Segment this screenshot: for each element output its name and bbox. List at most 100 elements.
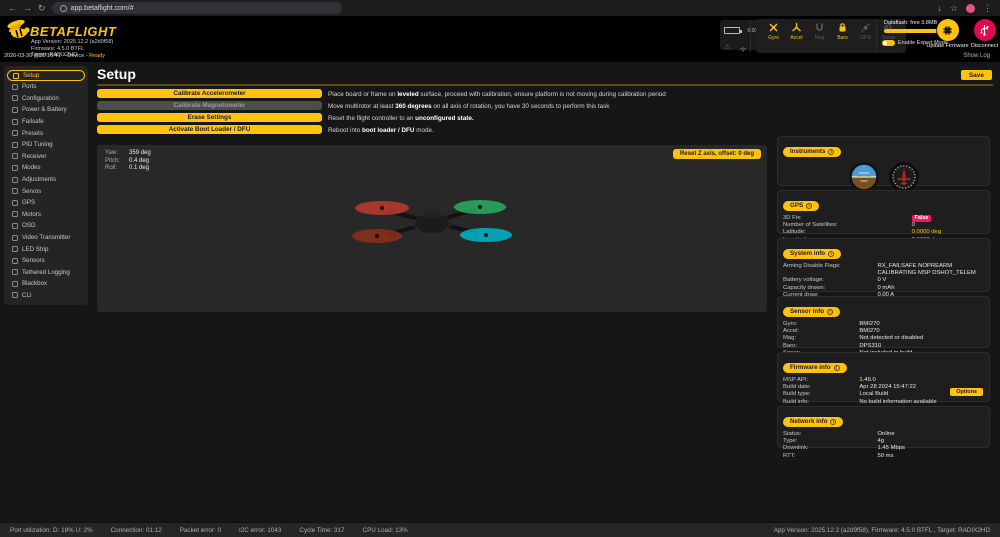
sidebar-item-gps[interactable]: GPS [7, 197, 85, 209]
sidebar-item-modes[interactable]: Modes [7, 162, 85, 174]
erase-settings-button[interactable]: Erase Settings [97, 113, 322, 122]
calibration-row: Activate Boot Loader / DFU Reboot into b… [97, 125, 767, 137]
sidebar-item-label: CLI [22, 292, 32, 299]
sensor-info-header: Sensor infoi [783, 307, 840, 317]
expert-mode-toggle[interactable] [882, 40, 895, 46]
sensor-tile-gyro: Gyro [764, 22, 783, 50]
info-icon[interactable]: i [806, 203, 812, 209]
sidebar-item-osd[interactable]: OSD [7, 220, 85, 232]
show-log-button[interactable]: Show Log [963, 53, 990, 59]
info-icon[interactable]: i [827, 309, 833, 315]
statusbar-version-text: App Version: 2025.12.2 (a2d9f58), Firmwa… [774, 527, 990, 534]
row-label: Arming Disable Flags: [783, 263, 877, 277]
sidebar-item-servos[interactable]: Servos [7, 185, 85, 197]
row-label: Latitude: [783, 229, 912, 236]
sidebar-item-motors[interactable]: Motors [7, 209, 85, 221]
receiver-icon [12, 153, 18, 159]
disconnect-label: Disconnect [962, 43, 1000, 49]
instruments-panel: Instrumentsi [777, 136, 990, 186]
sidebar-item-label: Configuration [22, 95, 59, 102]
sidebar-item-presets[interactable]: Presets [7, 127, 85, 139]
info-icon[interactable]: i [828, 149, 834, 155]
motor-icon [12, 211, 18, 217]
row-value: Online [877, 431, 984, 438]
sidebar-item-setup[interactable]: Setup [7, 70, 85, 81]
reload-icon[interactable]: ↻ [38, 0, 46, 16]
firmware-chip-icon [942, 25, 953, 36]
info-icon[interactable]: i [828, 251, 834, 257]
sensor-tile-mag: Mag [810, 22, 829, 50]
bookmark-star-icon[interactable]: ☆ [950, 0, 958, 16]
port-utilization-text: Port utilization: D: 18% U: 2% [10, 527, 93, 534]
browser-menu-icon[interactable]: ⋮ [983, 0, 992, 16]
forward-icon[interactable]: → [23, 0, 32, 16]
calibrate-accelerometer-button[interactable]: Calibrate Accelerometer [97, 89, 322, 98]
servo-icon [12, 188, 18, 194]
knobs-icon [12, 177, 18, 183]
network-row: Type:4g [783, 438, 984, 445]
download-icon[interactable]: ↓ [937, 0, 942, 16]
sidebar-item-cli[interactable]: CLI [7, 290, 85, 302]
attitude-indicator-gauge [849, 162, 879, 192]
sidebar-item-adjustments[interactable]: Adjustments [7, 174, 85, 186]
back-icon[interactable]: ← [8, 0, 17, 16]
sidebar-item-receiver[interactable]: Receiver [7, 151, 85, 163]
blackbox-icon [12, 281, 18, 287]
row-value: BMI270 [859, 321, 984, 328]
desc-text: Place board or frame on [328, 91, 397, 98]
info-icon[interactable]: i [830, 419, 836, 425]
sensor-row: Accel:BMI270 [783, 328, 984, 335]
firmware-info-title: Firmware info [790, 364, 831, 371]
info-icon[interactable]: i [834, 365, 840, 371]
status-bar: Port utilization: D: 18% U: 2% Connectio… [0, 522, 1000, 537]
sidebar-item-led-strip[interactable]: LED Strip [7, 243, 85, 255]
yaw-label: Yaw: [105, 150, 129, 158]
gyro-label: Gyro [768, 35, 779, 41]
desc-bold: leveled [397, 91, 418, 98]
sidebar-item-video-transmitter[interactable]: Video Transmitter [7, 232, 85, 244]
activate-bootloader-button[interactable]: Activate Boot Loader / DFU [97, 125, 322, 134]
pitch-label: Pitch: [105, 158, 129, 166]
firmware-options-button[interactable]: Options [950, 388, 983, 396]
gear-icon [12, 95, 18, 101]
app-header: BETAFLIGHT App Version: 2025.12.2 (a2d9f… [0, 16, 1000, 62]
sidebar-item-sensors[interactable]: Sensors [7, 255, 85, 267]
calibrate-magnetometer-button[interactable]: Calibrate Magnetometer [97, 101, 322, 110]
model-3d-viewer[interactable]: Yaw:359 deg Pitch:0.4 deg Roll:0.1 deg R… [97, 145, 767, 312]
sensors-icon [12, 258, 18, 264]
sidebar-item-tethered-logging[interactable]: Tethered Logging [7, 267, 85, 279]
address-bar[interactable]: app.betaflight.com/# [52, 2, 342, 14]
sidebar-item-label: Setup [23, 72, 39, 79]
sidebar-item-failsafe[interactable]: Failsafe [7, 116, 85, 128]
tuning-icon [12, 142, 18, 148]
sidebar-item-pid-tuning[interactable]: PID Tuning [7, 139, 85, 151]
row-label: MSP API: [783, 377, 859, 384]
row-value: 0 [912, 222, 984, 229]
sensor-info-panel: Sensor infoi Gyro:BMI270 Accel:BMI270 Ma… [777, 296, 990, 348]
site-info-icon[interactable] [60, 5, 67, 12]
reset-z-axis-button[interactable]: Reset Z axis, offset: 0 deg [673, 149, 761, 159]
network-info-panel: Network infoi Status:Online Type:4g Down… [777, 406, 990, 448]
row-value: 0.0000 deg [912, 229, 984, 236]
desc-text: surface, proceed with calibration, ensur… [419, 91, 666, 98]
row-label: Baro: [783, 343, 859, 350]
parachute-icon [12, 119, 18, 125]
network-info-header: Network infoi [783, 417, 843, 427]
save-button[interactable]: Save [961, 70, 992, 80]
sidebar-item-label: Servos [22, 188, 41, 195]
accel-label: Accel [790, 35, 802, 41]
row-label: Downlink: [783, 445, 877, 452]
disconnect-button[interactable]: Disconnect [962, 19, 1000, 49]
row-value: 0 mAh [877, 285, 984, 292]
packet-error-text: Packet error: 0 [180, 527, 221, 534]
row-value: 0 V [877, 277, 984, 284]
profile-avatar[interactable] [966, 4, 975, 13]
row-label: Build type: [783, 391, 859, 398]
sidebar-item-blackbox[interactable]: Blackbox [7, 278, 85, 290]
baro-label: Baro [837, 35, 848, 41]
sidebar-item-power-battery[interactable]: Power & Battery [7, 104, 85, 116]
sidebar-item-configuration[interactable]: Configuration [7, 93, 85, 105]
sidebar-item-ports[interactable]: Ports [7, 81, 85, 93]
osd-icon [12, 223, 18, 229]
gps-row: 3D Fix:False [783, 215, 984, 222]
